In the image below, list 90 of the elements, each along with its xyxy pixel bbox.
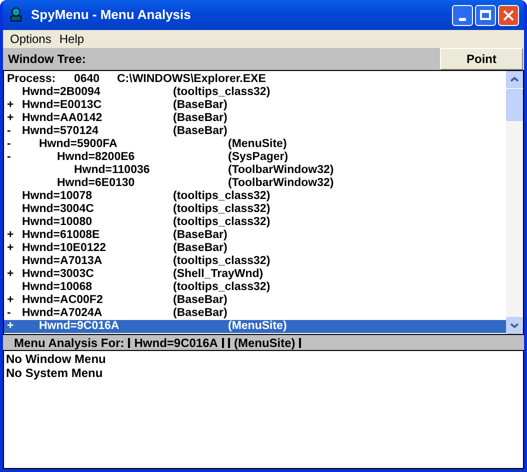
hwnd-text: Hwnd=570124 (22, 125, 98, 138)
tree-row[interactable]: + Hwnd=E0013C (BaseBar) (4, 99, 506, 112)
hwnd-text: Hwnd=8200E6 (57, 151, 135, 164)
class-text: (Shell_TrayWnd) (173, 268, 264, 281)
hwnd-text: Hwnd=5900FA (39, 138, 118, 151)
hwnd-text: Hwnd=10E0122 (22, 242, 106, 255)
tree-row[interactable]: + Hwnd=AA0142 (BaseBar) (4, 112, 506, 125)
expander-sign[interactable]: + (7, 294, 14, 307)
hwnd-text: Hwnd=9C016A (39, 320, 120, 333)
close-icon (503, 10, 514, 20)
class-text: (BaseBar) (173, 229, 228, 242)
hwnd-text: Hwnd=10080 (22, 216, 92, 229)
analysis-class: (MenuSite) (234, 334, 296, 352)
hwnd-text: Hwnd=6E0130 (57, 177, 135, 190)
class-text: (ToolbarWindow32) (228, 164, 334, 177)
tree-row[interactable]: Hwnd=3004C (tooltips_class32) (4, 203, 506, 216)
expander-sign[interactable]: + (7, 229, 14, 242)
analysis-line: No System Menu (6, 366, 104, 380)
tree-row[interactable]: Hwnd=2B0094 (tooltips_class32) (4, 86, 506, 99)
tree-row[interactable]: - Hwnd=570124 (BaseBar) (4, 125, 506, 138)
hwnd-text: Hwnd=10068 (22, 281, 92, 294)
tree-row[interactable]: Hwnd=10068 (tooltips_class32) (4, 281, 506, 294)
hwnd-text: Hwnd=2B0094 (22, 86, 100, 99)
tree-row[interactable]: Hwnd=10080 (tooltips_class32) (4, 216, 506, 229)
tree-row[interactable]: - Hwnd=5900FA (MenuSite) (4, 138, 506, 151)
expander-sign[interactable]: + (7, 320, 14, 333)
point-button[interactable]: Point (440, 48, 523, 70)
analysis-label: Menu Analysis For: (14, 334, 124, 352)
class-text: (tooltips_class32) (173, 190, 270, 203)
tree-row[interactable]: Hwnd=6E0130 (ToolbarWindow32) (4, 177, 506, 190)
hwnd-text: Hwnd=3003C (22, 268, 94, 281)
process-path: C:\WINDOWS\Explorer.EXE (117, 73, 266, 86)
scrollbar[interactable] (506, 71, 523, 334)
class-text: (MenuSite) (228, 320, 287, 333)
hwnd-text: Hwnd=61008E (22, 229, 100, 242)
tree-row[interactable]: + Hwnd=3003C (Shell_TrayWnd) (4, 268, 506, 281)
hwnd-text: Hwnd=A7013A (22, 255, 102, 268)
tree-row[interactable]: - Hwnd=A7024A (BaseBar) (4, 307, 506, 320)
spy-icon (8, 7, 24, 23)
scroll-up-button[interactable] (506, 71, 523, 88)
class-text: (MenuSite) (228, 138, 287, 151)
expander-sign[interactable]: - (7, 151, 11, 164)
process-label: Process: (7, 73, 56, 86)
menu-item[interactable]: Help (55, 30, 88, 48)
expander-sign[interactable]: + (7, 268, 14, 281)
hwnd-text: Hwnd=AC00F2 (22, 294, 103, 307)
expander-sign[interactable]: + (7, 112, 14, 125)
menu-item[interactable]: Options (6, 30, 56, 48)
hwnd-text: Hwnd=3004C (22, 203, 94, 216)
class-text: (BaseBar) (173, 242, 228, 255)
analysis-line: No Window Menu (6, 352, 107, 366)
close-button[interactable] (498, 4, 519, 26)
window-title: SpyMenu - Menu Analysis (31, 6, 192, 24)
class-text: (BaseBar) (173, 99, 228, 112)
class-text: (tooltips_class32) (173, 86, 270, 99)
expander-sign[interactable]: - (7, 307, 11, 320)
class-text: (SysPager) (228, 151, 288, 164)
tree-row[interactable]: + Hwnd=10E0122 (BaseBar) (4, 242, 506, 255)
class-text: (BaseBar) (173, 112, 228, 125)
minimize-button[interactable] (452, 4, 473, 26)
tree-row[interactable]: + Hwnd=61008E (BaseBar) (4, 229, 506, 242)
hwnd-text: Hwnd=A7024A (22, 307, 102, 320)
scroll-thumb[interactable] (506, 89, 523, 121)
expander-sign[interactable]: + (7, 99, 14, 112)
header-label: Window Tree: (8, 51, 87, 68)
tree-row[interactable]: Hwnd=A7013A (tooltips_class32) (4, 255, 506, 268)
class-text: (BaseBar) (173, 307, 228, 320)
hwnd-text: Hwnd=AA0142 (22, 112, 102, 125)
hwnd-text: Hwnd=E0013C (22, 99, 102, 112)
expander-sign[interactable]: + (7, 242, 14, 255)
tree-row[interactable]: Hwnd=110036 (ToolbarWindow32) (4, 164, 506, 177)
class-text: (tooltips_class32) (173, 255, 270, 268)
scroll-down-button[interactable] (506, 317, 523, 334)
class-text: (tooltips_class32) (173, 216, 270, 229)
hwnd-text: Hwnd=10078 (22, 190, 92, 203)
expander-sign[interactable]: - (7, 125, 11, 138)
maximize-button[interactable] (475, 4, 496, 26)
class-text: (ToolbarWindow32) (228, 177, 334, 190)
hwnd-text: Hwnd=110036 (74, 164, 150, 177)
class-text: (tooltips_class32) (173, 203, 270, 216)
tree-row[interactable]: Hwnd=10078 (tooltips_class32) (4, 190, 506, 203)
analysis-hwnd: Hwnd=9C016A (134, 334, 218, 352)
tree-row[interactable]: + Hwnd=9C016A (MenuSite) (4, 320, 506, 333)
expander-sign[interactable]: - (7, 138, 11, 151)
class-text: (BaseBar) (173, 125, 228, 138)
class-text: (tooltips_class32) (173, 281, 270, 294)
tree-row[interactable]: + Hwnd=AC00F2 (BaseBar) (4, 294, 506, 307)
process-id: 0640 (74, 73, 100, 86)
class-text: (BaseBar) (173, 294, 228, 307)
tree-row[interactable]: - Hwnd=8200E6 (SysPager) (4, 151, 506, 164)
